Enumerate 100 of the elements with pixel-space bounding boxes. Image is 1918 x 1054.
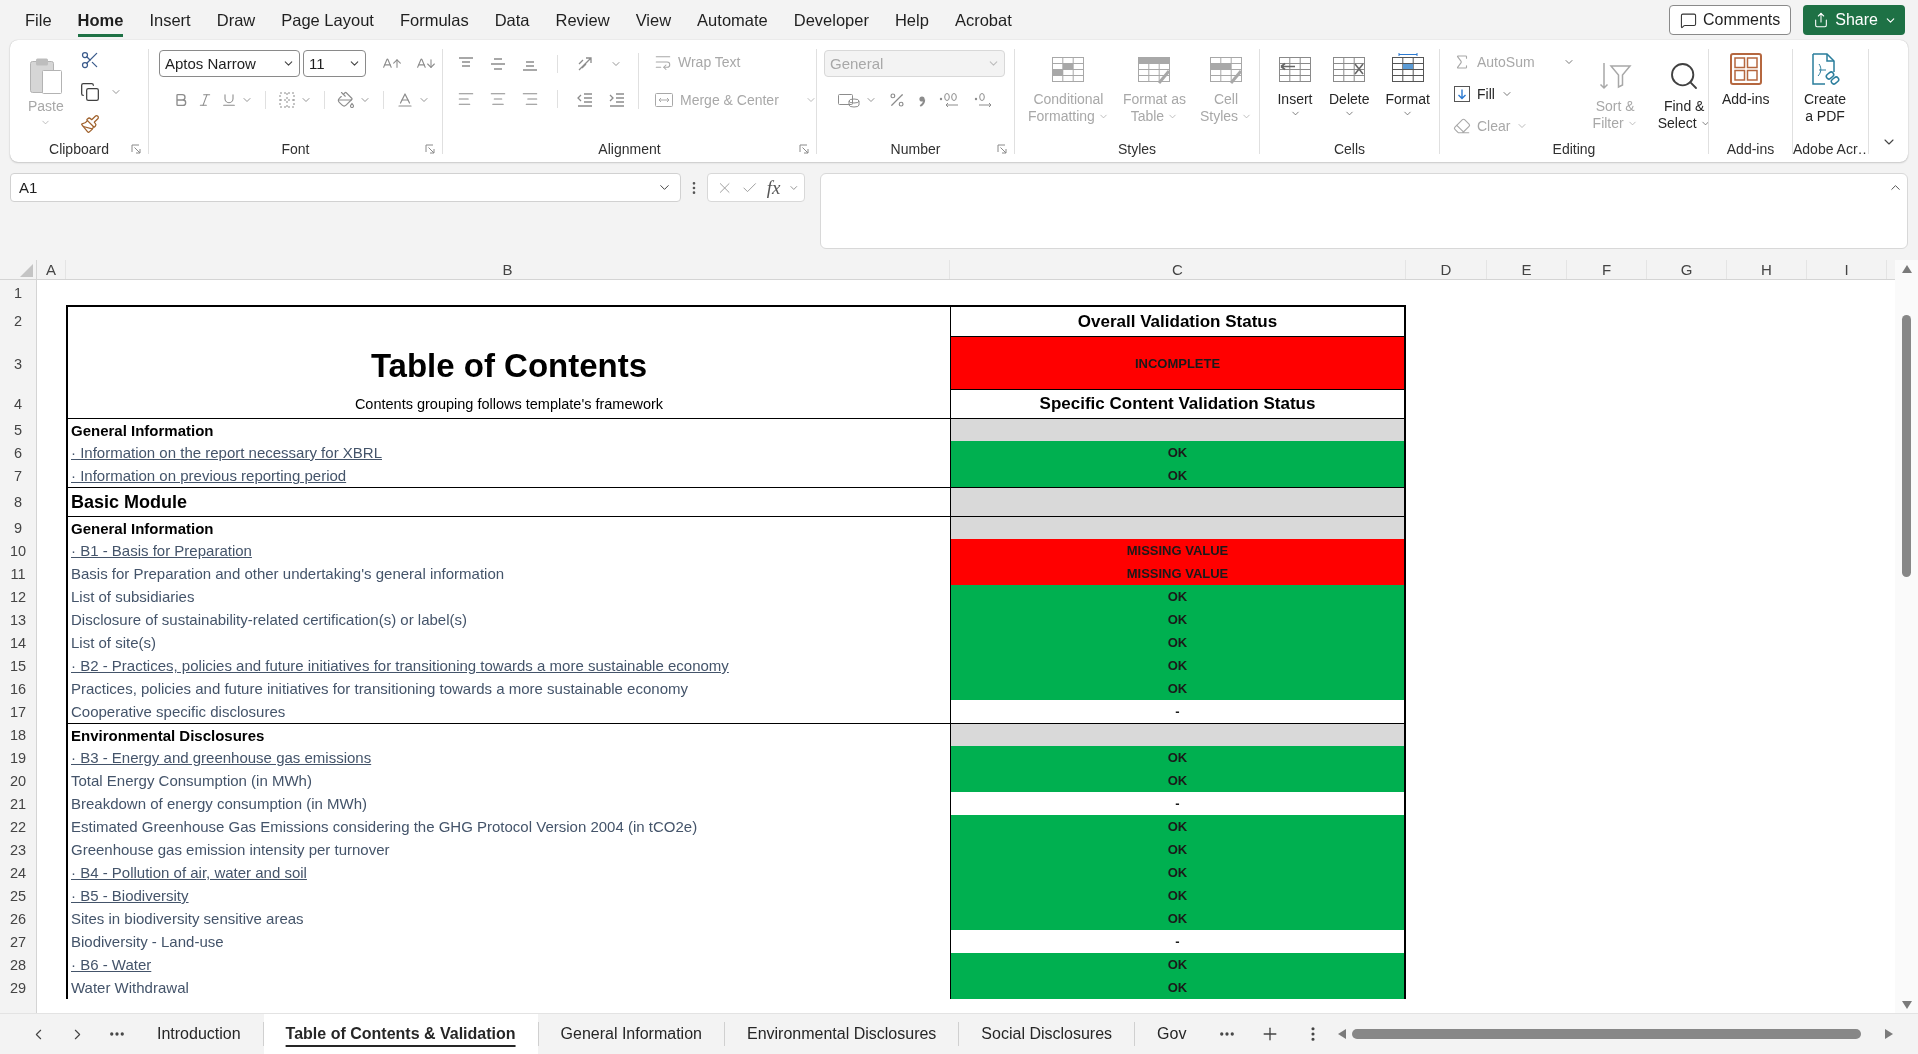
speech-bubble-icon (1679, 11, 1697, 29)
sheet-tab[interactable]: Table of Contents & Validation (263, 1014, 538, 1054)
status-cell: OK (950, 631, 1406, 654)
ribbon-button[interactable]: Fill (1450, 82, 1578, 106)
percent-icon[interactable] (888, 91, 906, 109)
contents-link[interactable]: · B1 - Basis for Preparation (71, 542, 252, 559)
ribbon-button[interactable]: Create a PDF (1799, 50, 1852, 125)
group-label: Clipboard (49, 141, 109, 157)
sheet-tab[interactable]: Social Disclosures (959, 1014, 1135, 1054)
menu-tab[interactable]: Data (494, 3, 530, 37)
sheet-tab[interactable]: General Information (538, 1014, 724, 1054)
status-cell: OK (950, 746, 1406, 769)
group-label: Editing (1552, 141, 1596, 157)
status-cell: OK (950, 769, 1406, 792)
menu-tab[interactable]: View (635, 3, 672, 37)
menu-tab[interactable]: Page Layout (281, 3, 374, 37)
ribbon-button[interactable]: Delete (1324, 50, 1375, 119)
column-header[interactable]: I (1807, 260, 1887, 279)
group-label: Font (281, 141, 310, 157)
contents-item: Biodiversity - Land-use (71, 933, 224, 950)
column-header[interactable]: E (1487, 260, 1567, 279)
section-heading: General Information (71, 519, 214, 537)
menu-tab[interactable]: File (25, 3, 52, 37)
left-triangle-icon[interactable] (1338, 1029, 1347, 1039)
module-heading: Basic Module (71, 491, 188, 513)
name-box[interactable]: A1 (10, 173, 681, 202)
contents-item: Sites in biodiversity sensitive areas (71, 910, 304, 927)
dialog-launcher-icon[interactable] (997, 144, 1007, 154)
copy-icon[interactable] (79, 82, 100, 102)
contents-link[interactable]: · Information on previous reporting period (71, 467, 347, 484)
ribbon-button[interactable]: Add-ins (1717, 50, 1775, 108)
section-heading: Environmental Disclosures (71, 726, 265, 744)
four-squares-icon (1728, 52, 1763, 86)
up-triangle-icon[interactable] (1901, 265, 1912, 273)
section-heading: General Information (71, 421, 214, 439)
letter-a-icon[interactable] (396, 91, 414, 109)
comments-button[interactable]: Comments (1668, 5, 1792, 35)
font-size-select[interactable]: 11 (303, 50, 366, 77)
sheet-tab[interactable]: Introduction (135, 1014, 263, 1054)
menu-tab[interactable]: Developer (793, 3, 869, 37)
ribbon-button[interactable]: Find & Select (1652, 56, 1708, 132)
column-header[interactable]: G (1647, 260, 1727, 279)
menu-tab[interactable]: Draw (216, 3, 256, 37)
dialog-launcher-icon[interactable] (425, 144, 435, 154)
scissors-icon[interactable] (79, 50, 100, 70)
column-header[interactable]: H (1727, 260, 1807, 279)
underline-icon[interactable] (221, 92, 237, 108)
menu-tab[interactable]: Review (555, 3, 610, 37)
column-header[interactable]: A (37, 260, 66, 279)
menu-tab[interactable]: Automate (697, 3, 768, 37)
menu-tab[interactable]: Insert (149, 3, 191, 37)
contents-item: Cooperative specific disclosures (71, 703, 286, 720)
dialog-launcher-icon[interactable] (799, 144, 809, 154)
column-heading: Overall Validation Status (1077, 311, 1278, 332)
menu-tab[interactable]: Formulas (399, 3, 469, 37)
column-header[interactable]: D (1406, 260, 1487, 279)
sheet-tab[interactable]: Gov (1135, 1014, 1209, 1054)
contents-link[interactable]: · B5 - Biodiversity (71, 887, 189, 904)
down-triangle-icon[interactable] (1901, 1001, 1912, 1009)
contents-link[interactable]: · Information on the report necessary for XBRL (71, 444, 382, 461)
status-cell: MISSING VALUE (950, 539, 1406, 562)
format-cells-icon (1389, 53, 1426, 85)
contents-link[interactable]: · B2 - Practices, policies and future initiatives for transitioning towards a more sustainable economy (71, 657, 729, 674)
contents-link[interactable]: · B3 - Energy and greenhouse gas emissions (71, 749, 372, 766)
scrollbar-thumb[interactable] (1902, 315, 1911, 577)
ribbon-button[interactable]: Insert (1272, 50, 1318, 119)
column-header[interactable]: B (66, 260, 950, 279)
corner-triangle-icon[interactable] (20, 264, 33, 277)
bold-icon[interactable] (173, 92, 189, 108)
insert-function-button[interactable]: fx (766, 176, 781, 199)
share-button[interactable]: Share (1803, 5, 1905, 35)
contents-link[interactable]: · B6 - Water (71, 956, 152, 973)
contents-item: List of site(s) (71, 634, 157, 651)
font-name-select[interactable]: Aptos Narrow (159, 50, 300, 77)
border-grid-icon[interactable] (278, 91, 296, 109)
paint-bucket-icon[interactable] (337, 91, 355, 109)
contents-item: Estimated Greenhouse Gas Emissions considering the GHG Protocol Version 2004 (in tCO2e) (71, 818, 698, 835)
paintbrush-icon[interactable] (79, 114, 100, 134)
status-cell: - (950, 792, 1406, 815)
bill-coin-icon[interactable] (837, 91, 861, 109)
scrollbar-thumb[interactable] (1352, 1029, 1861, 1039)
column-header[interactable]: F (1567, 260, 1647, 279)
status-cell: OK (950, 815, 1406, 838)
menu-tab[interactable]: Help (894, 3, 929, 37)
ribbon-button[interactable]: Format (1380, 50, 1435, 119)
dialog-launcher-icon[interactable] (131, 144, 141, 154)
italic-icon[interactable] (197, 92, 213, 108)
contents-link[interactable]: · B4 - Pollution of air, water and soil (71, 864, 307, 881)
menu-tab[interactable]: Home (77, 3, 124, 37)
sheet-tab[interactable]: Environmental Disclosures (724, 1014, 959, 1054)
status-cell: OK (950, 838, 1406, 861)
contents-item: Practices, policies and future initiatives for transitioning towards a more sustainable economy (71, 680, 688, 697)
formula-input[interactable] (820, 173, 1908, 249)
status-cell: MISSING VALUE (950, 562, 1406, 585)
column-heading: Specific Content Validation Status (1039, 394, 1316, 414)
menu-tab[interactable]: Acrobat (954, 3, 1012, 37)
right-triangle-icon[interactable] (1885, 1029, 1893, 1039)
column-header[interactable]: C (950, 260, 1406, 279)
status-cell: OK (950, 654, 1406, 677)
status-cell: OK (950, 585, 1406, 608)
